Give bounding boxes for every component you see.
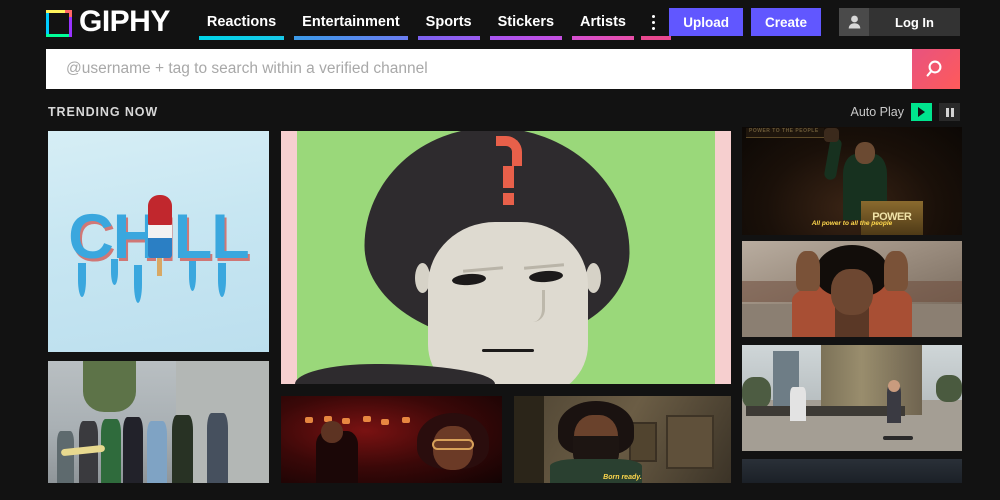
face-right-bar (715, 131, 731, 384)
play-icon[interactable] (911, 103, 932, 121)
skateboard-icon (882, 436, 913, 441)
born-door (514, 396, 545, 483)
autoplay-control: Auto Play (850, 103, 960, 121)
site-header: GIPHY Reactions Entertainment Sports Sti… (0, 0, 1000, 44)
skate-tree-right (935, 374, 962, 403)
giphy-logo[interactable]: GIPHY (46, 7, 170, 37)
pause-icon[interactable] (939, 103, 960, 121)
born-subtitle: Born ready. (603, 474, 642, 481)
nav-underline-reactions (198, 36, 285, 40)
street-group-gif[interactable] (48, 361, 269, 483)
nav-item-sports[interactable]: Sports (413, 7, 485, 40)
born-frame-right (665, 415, 714, 470)
street-person (147, 421, 168, 483)
nav-label-reactions: Reactions (206, 14, 277, 30)
search-icon (926, 60, 941, 76)
skatepark-gif[interactable] (742, 345, 962, 451)
nav-item-stickers[interactable]: Stickers (485, 7, 567, 40)
face-mouth (482, 348, 535, 352)
search-bar (46, 49, 960, 89)
face-head (428, 222, 589, 384)
born-ready-gif[interactable]: Born ready. (514, 396, 731, 483)
chill-gif[interactable]: CHILL (48, 131, 269, 352)
autoplay-label: Auto Play (850, 105, 904, 119)
page-title: TRENDING NOW (48, 105, 159, 119)
nav-underline-artists (572, 36, 634, 40)
afro-hands-gif[interactable] (742, 241, 962, 337)
skate-tower (821, 345, 923, 415)
podium-banner-text: POWER TO THE PEOPLE (749, 128, 819, 134)
street-person (171, 415, 193, 483)
afro-face (831, 269, 873, 315)
trending-header: TRENDING NOW Auto Play (48, 103, 960, 121)
upload-button[interactable]: Upload (669, 8, 743, 36)
podium-banner: POWER TO THE PEOPLE (746, 128, 824, 138)
nav-item-artists[interactable]: Artists (567, 7, 639, 40)
street-person (207, 413, 229, 483)
create-button[interactable]: Create (750, 8, 821, 36)
more-vertical-icon[interactable] (640, 7, 671, 40)
street-tree (83, 361, 137, 413)
red-bar-gif[interactable] (281, 396, 502, 483)
nav-item-reactions[interactable]: Reactions (194, 7, 289, 40)
question-face-gif[interactable] (281, 131, 731, 384)
face-nose (515, 290, 545, 323)
login-button[interactable]: Log In (839, 8, 960, 36)
giphy-logo-icon (46, 7, 72, 37)
trending-grid: CHILL POWER TO THE PEOPLE (48, 127, 962, 483)
login-label: Log In (869, 8, 960, 36)
nav-label-sports: Sports (425, 14, 472, 30)
nav-underline-entertainment (294, 36, 408, 40)
nav-underline-more (640, 36, 671, 40)
question-mark-icon (495, 136, 522, 206)
user-avatar-icon (839, 8, 869, 36)
next-gif-preview[interactable] (742, 459, 962, 483)
afro-hand-left (796, 251, 820, 291)
podium-stand: POWER (860, 201, 923, 235)
afro-hand-right (884, 251, 908, 291)
nav-underline-sports (417, 36, 480, 40)
skate-tree-left (742, 376, 771, 409)
face-left-bar (281, 131, 297, 384)
street-person (123, 417, 144, 483)
podium-subtitle: All power to all the people (811, 220, 893, 227)
red-man-head (320, 421, 343, 443)
nav-label-entertainment: Entertainment (302, 14, 400, 30)
skate-rail (746, 406, 905, 416)
skater-one (790, 387, 807, 422)
search-input[interactable] (46, 49, 912, 89)
nav-item-entertainment[interactable]: Entertainment (289, 7, 413, 40)
podium-speech-gif[interactable]: POWER TO THE PEOPLE POWER All power to a… (742, 127, 962, 235)
popsicle-icon (147, 195, 172, 277)
search-button[interactable] (912, 49, 960, 89)
giphy-logo-text: GIPHY (79, 5, 170, 38)
main-nav: Reactions Entertainment Sports Stickers … (194, 7, 671, 40)
street-person (56, 431, 74, 483)
street-person (101, 419, 122, 483)
nav-underline-stickers (489, 36, 563, 40)
nav-label-stickers: Stickers (497, 14, 555, 30)
nav-label-artists: Artists (580, 14, 626, 30)
red-woman (416, 413, 489, 483)
header-actions: Upload Create Log In (669, 8, 960, 36)
